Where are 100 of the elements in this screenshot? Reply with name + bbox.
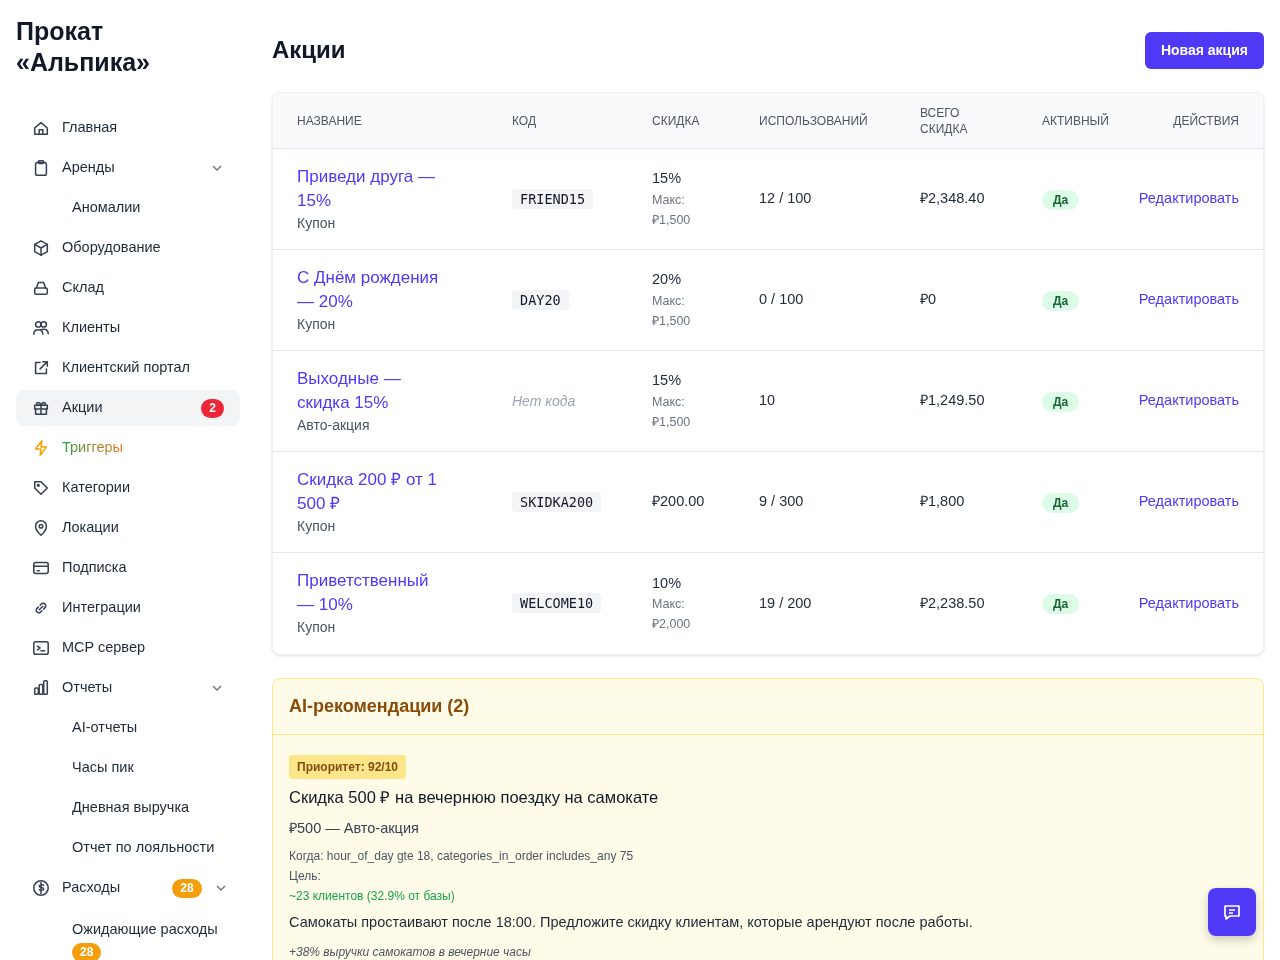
status-badge: Да [1042, 492, 1080, 513]
column-header: НАЗВАНИЕ [296, 112, 363, 129]
promotion-name-link[interactable]: Скидка 200 ₽ от 1 500 ₽ [297, 467, 443, 516]
credit-card-icon [32, 559, 50, 577]
promotion-name-link[interactable]: Выходные — скидка 15% [297, 366, 443, 415]
sidebar-item[interactable]: Расходы 28 [16, 870, 240, 906]
cube-icon [32, 239, 50, 257]
max-value: ₽1,500 [652, 211, 692, 229]
sidebar-item[interactable]: Локации [16, 510, 240, 546]
promotion-type: Купон [297, 314, 337, 334]
clipboard-icon [32, 159, 50, 177]
sidebar-item[interactable]: Склад [16, 270, 240, 306]
sidebar-item[interactable]: Оборудование [16, 230, 240, 266]
discount-value: 15% [652, 371, 683, 391]
total-discount: ₽0 [920, 291, 937, 308]
promo-code: FRIEND15 [512, 188, 594, 209]
bar-chart-icon [32, 679, 50, 697]
count-badge: 28 [72, 942, 102, 960]
sidebar-item[interactable]: Главная [16, 110, 240, 146]
priority-badge: Приоритет: 92/10 [289, 755, 406, 779]
goal-label: Цель: [289, 867, 322, 885]
column-header: АКТИВНЫЙ [1041, 112, 1110, 129]
total-discount: ₽2,348.40 [920, 190, 985, 207]
max-label: Макс: [652, 191, 686, 209]
page-title: Акции [272, 36, 346, 65]
sidebar-item[interactable]: Категории [16, 470, 240, 506]
promotion-name-link[interactable]: Приведи друга — 15% [297, 164, 443, 213]
sidebar-item[interactable]: Триггеры [16, 430, 240, 466]
sidebar-item[interactable]: Акции 2 [16, 390, 240, 426]
gift-icon [32, 399, 50, 417]
impact-text: +38% выручки самокатов в вечерние часы [289, 944, 532, 960]
promotion-type: Купон [297, 618, 337, 637]
sidebar-subitem[interactable]: Ожидающие расходы 28 [16, 910, 240, 960]
discount-value: 15% [652, 169, 683, 189]
promo-code: WELCOME10 [512, 593, 602, 613]
sidebar-item[interactable]: Интеграции [16, 590, 240, 626]
max-value: ₽1,500 [652, 413, 692, 431]
no-code-text: Нет кода [512, 392, 576, 409]
chat-button[interactable] [1208, 888, 1256, 936]
usage-count: 19 / 200 [759, 594, 812, 611]
sidebar-item[interactable]: Аренды [16, 150, 240, 186]
promo-code: SKIDKA200 [512, 491, 602, 512]
promotion-type: Купон [297, 213, 337, 233]
tag-icon [32, 479, 50, 497]
sidebar-item[interactable]: Клиенты [16, 310, 240, 346]
usage-count: 0 / 100 [759, 291, 804, 308]
sidebar-item[interactable]: MCP сервер [16, 630, 240, 666]
column-header: ДЕЙСТВИЯ [1172, 112, 1240, 129]
link-icon [32, 599, 50, 617]
dollar-icon [32, 879, 50, 897]
edit-link[interactable]: Редактировать [1138, 190, 1239, 207]
sidebar-item[interactable]: Клиентский портал [16, 350, 240, 386]
goal-text: ~23 клиентов (32.9% от базы) [289, 887, 456, 905]
discount-value: 20% [652, 270, 683, 290]
total-discount: ₽1,249.50 [920, 392, 985, 409]
count-badge: 2 [201, 398, 224, 418]
column-header: СКИДКА [651, 112, 701, 129]
column-header: ИСПОЛЬЗОВАНИЙ [758, 112, 869, 129]
sidebar-subitem[interactable]: Отчет по лояльности [16, 830, 240, 866]
max-value: ₽2,000 [652, 616, 692, 634]
usage-count: 10 [759, 392, 776, 409]
promotion-name-link[interactable]: С Днём рождения — 20% [297, 265, 443, 314]
sidebar-subitem[interactable]: AI-отчеты [16, 710, 240, 746]
max-label: Макс: [652, 596, 686, 614]
count-badge: 28 [172, 878, 202, 898]
external-link-icon [32, 359, 50, 377]
new-promotion-button[interactable]: Новая акция [1144, 32, 1264, 69]
chat-icon [1222, 902, 1242, 922]
home-icon [32, 119, 50, 137]
promotion-name-link[interactable]: Приветственный — 10% [297, 569, 443, 617]
promotion-type: Авто-акция [297, 415, 371, 435]
edit-link[interactable]: Редактировать [1138, 594, 1239, 611]
status-badge: Да [1042, 594, 1080, 614]
edit-link[interactable]: Редактировать [1138, 291, 1239, 308]
discount-value: 10% [652, 573, 683, 593]
edit-link[interactable]: Редактировать [1138, 493, 1239, 510]
terminal-icon [32, 639, 50, 657]
status-badge: Да [1042, 391, 1080, 412]
sidebar-subitem[interactable]: Часы пик [16, 750, 240, 786]
max-label: Макс: [652, 292, 686, 310]
column-header: ВСЕГО СКИДКА [919, 104, 966, 137]
sidebar-subitem[interactable]: Аномалии [16, 190, 240, 226]
status-badge: Да [1042, 290, 1080, 311]
sidebar-item[interactable]: Отчеты [16, 670, 240, 706]
total-discount: ₽2,238.50 [920, 594, 985, 611]
sidebar-item[interactable]: Подписка [16, 550, 240, 586]
max-label: Макс: [652, 393, 686, 411]
location-pin-icon [32, 519, 50, 537]
stack-icon [32, 279, 50, 297]
promo-code: DAY20 [512, 289, 569, 310]
edit-link[interactable]: Редактировать [1138, 392, 1239, 409]
sidebar-subitem[interactable]: Дневная выручка [16, 790, 240, 826]
discount-value: ₽200.00 [652, 492, 706, 512]
promotion-type: Купон [297, 516, 337, 536]
recommendation-title: Скидка 500 ₽ на вечернюю поездку на самокате [289, 787, 660, 808]
lightning-icon [32, 439, 50, 457]
column-header: КОД [511, 112, 538, 129]
brand-title: Прокат «Альпика» [16, 16, 151, 78]
total-discount: ₽1,800 [920, 493, 965, 510]
status-badge: Да [1042, 189, 1080, 210]
